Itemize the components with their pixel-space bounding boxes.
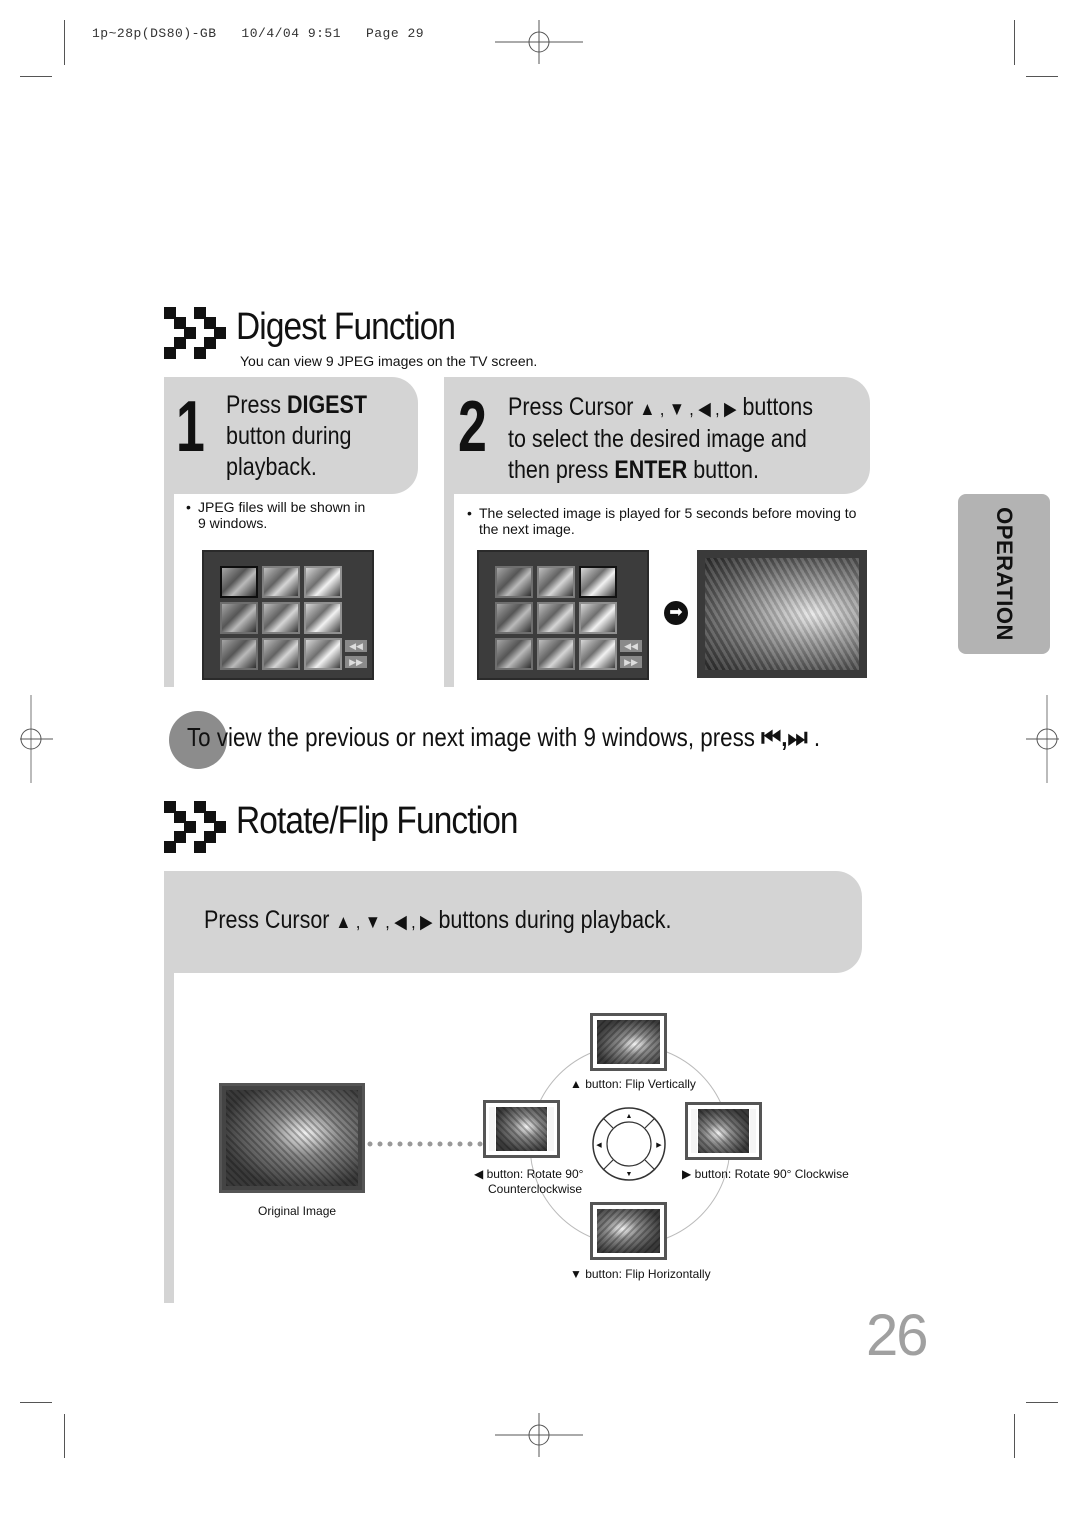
digest-grid-screen-1: ◀◀ ▶▶ bbox=[202, 550, 374, 680]
thumbnail bbox=[220, 602, 258, 634]
flip-vertical-caption: ▲ button: Flip Vertically bbox=[570, 1077, 696, 1091]
thumbnail bbox=[495, 602, 533, 634]
flip-horizontal-image bbox=[590, 1202, 667, 1260]
enter-button-label: ENTER bbox=[614, 456, 688, 484]
operation-side-tab: OPERATION bbox=[958, 494, 1050, 654]
flip-horizontal-caption: ▼ button: Flip Horizontally bbox=[570, 1267, 711, 1281]
original-image-caption: Original Image bbox=[258, 1204, 337, 1218]
arrow-right-circle-icon: ➡ bbox=[664, 601, 688, 625]
step-2-stem bbox=[444, 494, 454, 687]
rotate-stem bbox=[164, 973, 174, 1303]
digest-grid-screen-2: ◀◀ ▶▶ bbox=[477, 550, 649, 680]
tip-text: To view the previous or next image with … bbox=[187, 722, 821, 752]
thumbnail bbox=[579, 602, 617, 634]
thumbnail bbox=[495, 566, 533, 598]
cursor-arrows-icon: ▲ , ▼ , ◀ , ▶ bbox=[335, 911, 433, 932]
rotate-ccw-image bbox=[483, 1100, 560, 1158]
rotate-ccw-caption: ◀ button: Rotate 90° Counterclockwise bbox=[474, 1167, 584, 1196]
step-2-note: • The selected image is played for 5 seco… bbox=[467, 505, 857, 537]
rotate-title: Rotate/Flip Function bbox=[236, 800, 519, 842]
digest-button-label: DIGEST bbox=[286, 391, 367, 419]
thumbnail bbox=[304, 602, 342, 634]
operation-label: OPERATION bbox=[992, 507, 1017, 641]
selected-image-fullscreen bbox=[697, 550, 867, 678]
skip-prev-next-icon: ⏮,⏭ bbox=[761, 722, 808, 752]
thumbnail bbox=[537, 602, 575, 634]
thumbnail bbox=[304, 566, 342, 598]
thumbnail bbox=[220, 566, 258, 598]
thumbnail bbox=[262, 566, 300, 598]
dpad-up-icon: ▲ bbox=[626, 1113, 633, 1120]
cursor-arrows-icon: ▲ , ▼ , ◀ , ▶ bbox=[639, 398, 737, 419]
print-header: 1p~28p(DS80)-GB 10/4/04 9:51 Page 29 bbox=[92, 26, 425, 41]
section-bullet-icon bbox=[164, 307, 228, 359]
registration-mark-left bbox=[20, 695, 53, 783]
step-2-text: Press Cursor ▲ , ▼ , ◀ , ▶ buttons to se… bbox=[508, 393, 813, 484]
thumbnail bbox=[262, 602, 300, 634]
step-1-text: Press DIGEST button during playback. bbox=[226, 391, 367, 481]
prev-page-button: ◀◀ bbox=[620, 640, 642, 652]
next-page-button: ▶▶ bbox=[620, 656, 642, 668]
thumbnail bbox=[579, 638, 617, 670]
dotted-connector bbox=[367, 1141, 483, 1147]
rotate-cw-image bbox=[685, 1102, 762, 1160]
step-1-number: 1 bbox=[176, 387, 205, 467]
registration-mark-top bbox=[495, 20, 583, 64]
step-2-number: 2 bbox=[458, 387, 487, 467]
thumbnail bbox=[537, 638, 575, 670]
step-1-stem bbox=[164, 494, 174, 687]
prev-page-button: ◀◀ bbox=[345, 640, 367, 652]
thumbnail bbox=[495, 638, 533, 670]
digest-subtitle: You can view 9 JPEG images on the TV scr… bbox=[240, 353, 538, 369]
thumbnail bbox=[579, 566, 617, 598]
next-page-button: ▶▶ bbox=[345, 656, 367, 668]
flip-vertical-image bbox=[590, 1013, 667, 1071]
original-image bbox=[219, 1083, 365, 1193]
thumbnail bbox=[537, 566, 575, 598]
section-bullet-icon bbox=[164, 801, 228, 853]
page-number: 26 bbox=[866, 1303, 928, 1368]
remote-dpad-icon: ▲ ▼ ◀ ▶ bbox=[592, 1107, 666, 1181]
registration-mark-right bbox=[1026, 695, 1059, 783]
dpad-left-icon: ◀ bbox=[596, 1142, 602, 1149]
thumbnail bbox=[220, 638, 258, 670]
rotate-instruction: Press Cursor ▲ , ▼ , ◀ , ▶ buttons durin… bbox=[204, 906, 672, 934]
digest-title: Digest Function bbox=[236, 306, 456, 348]
registration-mark-bottom bbox=[495, 1413, 583, 1457]
thumbnail bbox=[262, 638, 300, 670]
thumbnail bbox=[304, 638, 342, 670]
dpad-down-icon: ▼ bbox=[626, 1171, 633, 1178]
dpad-right-icon: ▶ bbox=[656, 1142, 662, 1149]
rotate-cw-caption: ▶ button: Rotate 90° Clockwise bbox=[682, 1167, 849, 1181]
step-1-note: • JPEG files will be shown in 9 windows. bbox=[186, 499, 366, 531]
